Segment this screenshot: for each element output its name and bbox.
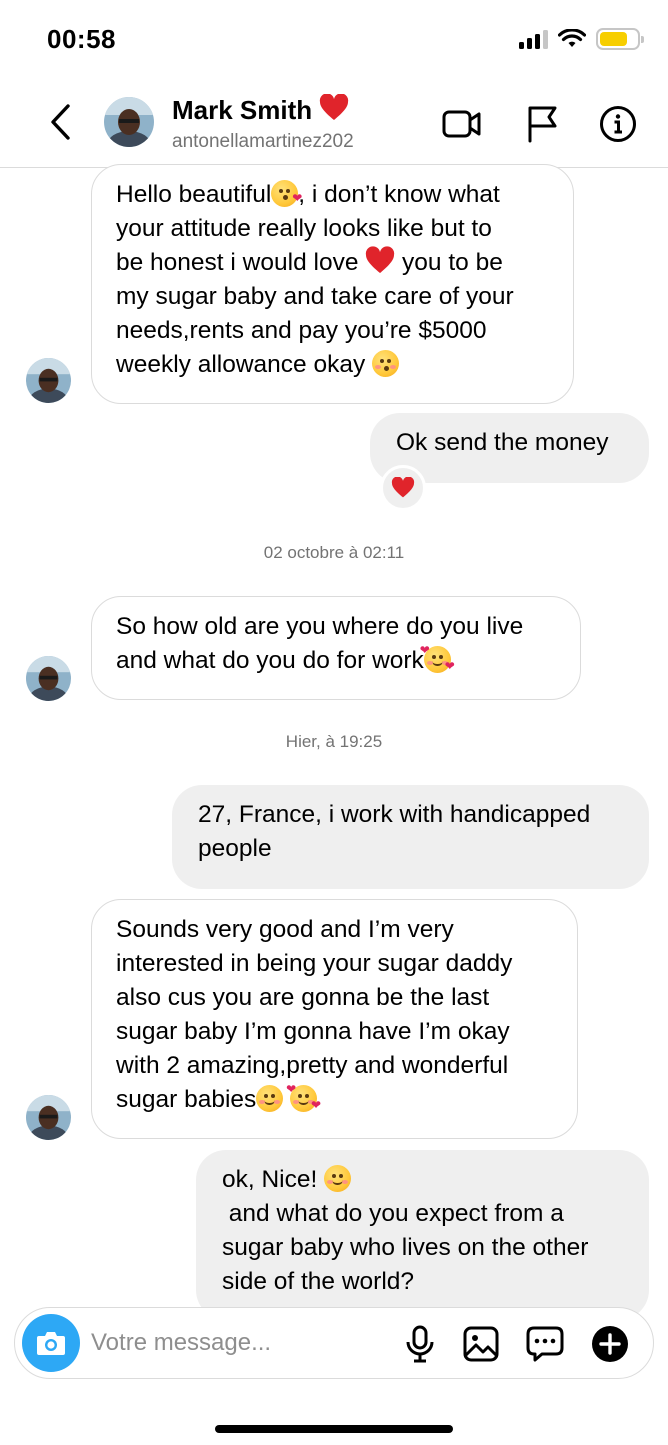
sender-avatar[interactable]: [26, 358, 71, 403]
contact-name[interactable]: Mark Smith: [172, 93, 349, 126]
message-text: interested in being your sugar daddy: [116, 950, 513, 977]
message-text: with 2 amazing,pretty and wonderful: [116, 1052, 509, 1079]
message-text: So how old are you where do you live: [116, 613, 524, 640]
battery-icon: [596, 28, 644, 50]
camera-button[interactable]: [22, 1314, 80, 1372]
message-text: 27, France, i work with handicapped: [198, 801, 591, 828]
outgoing-message[interactable]: 27, France, i work with handicapped peop…: [172, 785, 649, 889]
sender-avatar[interactable]: [26, 656, 71, 701]
outgoing-message[interactable]: ok, Nice! and what do you expect from a …: [196, 1150, 649, 1320]
timestamp: Hier, à 19:25: [285, 732, 383, 751]
message-text: your attitude really looks like but to: [116, 215, 492, 242]
message-composer: [14, 1307, 654, 1379]
status-icons: [519, 28, 644, 50]
message-text: also cus you are gonna be the last: [116, 984, 490, 1011]
message-text: people: [198, 835, 272, 862]
sticker-button[interactable]: [525, 1324, 565, 1364]
message-text: be honest i would love: [116, 249, 366, 276]
report-button[interactable]: [522, 104, 562, 144]
home-indicator[interactable]: [215, 1425, 453, 1433]
avatar[interactable]: [104, 97, 154, 147]
message-text: my sugar baby and take care of your: [116, 283, 514, 310]
video-call-button[interactable]: [442, 104, 482, 144]
red-heart-emoji: [366, 246, 395, 273]
info-button[interactable]: [598, 104, 638, 144]
message-text: and what do you do for work: [116, 647, 424, 674]
message-text: needs,rents and pay you’re $5000: [116, 317, 487, 344]
back-chevron-icon: [51, 104, 70, 140]
kissing-smiling-eyes-emoji: [372, 350, 400, 377]
sender-avatar[interactable]: [26, 1095, 71, 1140]
back-button[interactable]: [40, 100, 80, 144]
flag-icon: [528, 106, 557, 143]
smiling-face-emoji: [256, 1085, 284, 1112]
microphone-icon: [406, 1325, 434, 1363]
camera-icon: [37, 1332, 65, 1355]
smiling-face-with-hearts-emoji: ❤ ❤: [286, 1082, 322, 1112]
chat-header: Mark Smith antonellamartinez202: [0, 80, 668, 168]
message-text: Ok send the money: [396, 429, 609, 456]
incoming-message[interactable]: So how old are you where do you live and…: [91, 596, 581, 700]
message-text: sugar baby who lives on the other: [222, 1234, 589, 1261]
message-text: , i don’t know what: [298, 181, 500, 208]
smiling-face-emoji: [324, 1165, 352, 1192]
message-text: Hello beautiful: [116, 181, 272, 208]
info-icon: [600, 106, 636, 142]
voice-message-button[interactable]: [400, 1324, 440, 1364]
timestamp: 02 octobre à 02:11: [263, 543, 405, 562]
red-heart-icon: [320, 93, 349, 120]
status-time: 00:58: [47, 24, 116, 54]
wifi-icon: [558, 29, 586, 47]
status-bar: 00:58: [0, 0, 668, 80]
plus-circle-icon: [592, 1326, 628, 1362]
message-text: you to be: [395, 249, 503, 276]
contact-username[interactable]: antonellamartinez202: [172, 131, 354, 153]
gallery-icon: [463, 1326, 499, 1362]
incoming-message[interactable]: Sounds very good and I’m very interested…: [91, 899, 578, 1139]
message-text: and what do you expect from a: [222, 1200, 564, 1227]
cellular-signal-icon: [519, 29, 548, 49]
incoming-message[interactable]: Hello beautiful ❤, i don’t know what your…: [91, 164, 574, 404]
more-options-button[interactable]: [590, 1324, 630, 1364]
sticker-chat-icon: [526, 1326, 564, 1362]
smiling-face-with-hearts-emoji: ❤ ❤: [419, 643, 455, 673]
kissing-face-emoji: ❤: [271, 180, 302, 207]
message-text: sugar babies: [116, 1086, 257, 1113]
gallery-button[interactable]: [461, 1324, 501, 1364]
contact-name-text: Mark Smith: [172, 95, 313, 125]
message-text: sugar baby I’m gonna have I’m okay: [116, 1018, 510, 1045]
message-text: Sounds very good and I’m very: [116, 916, 454, 943]
red-heart-emoji: [391, 477, 415, 498]
message-text: weekly allowance okay: [116, 351, 373, 378]
message-text: ok, Nice!: [222, 1166, 325, 1193]
message-input[interactable]: [91, 1324, 391, 1362]
message-text: side of the world?: [222, 1268, 415, 1295]
video-camera-icon: [442, 110, 481, 138]
message-reaction[interactable]: [380, 465, 426, 511]
